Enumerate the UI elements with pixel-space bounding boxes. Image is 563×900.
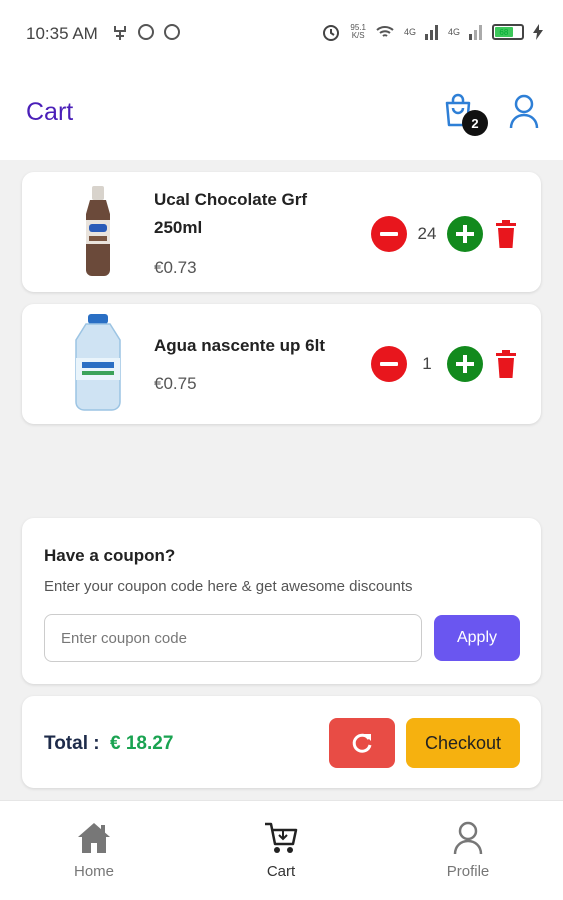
trash-icon: [496, 220, 516, 248]
refresh-cart-button[interactable]: [329, 718, 395, 768]
water-jug-icon: [75, 314, 121, 411]
checkout-button[interactable]: Checkout: [406, 718, 520, 768]
signal-bars-2-icon: [469, 25, 482, 40]
net-speed: 95.1 K/S: [350, 24, 366, 40]
increase-quantity-button[interactable]: [447, 346, 483, 382]
battery-icon: 68: [492, 24, 524, 40]
item-price: €0.73: [154, 258, 197, 277]
wifi-icon: [376, 26, 394, 37]
cart-item-card: Ucal Chocolate Grf 250ml €0.73 24: [22, 172, 541, 292]
net-speed-unit: K/S: [351, 31, 365, 40]
item-price: €0.75: [154, 374, 197, 393]
coupon-code-input[interactable]: [44, 614, 422, 662]
coupon-subtitle: Enter your coupon code here & get awesom…: [44, 578, 413, 595]
nav-home[interactable]: Home: [44, 821, 144, 880]
bottom-navigation: Home Cart Profile: [0, 800, 563, 900]
remove-item-button[interactable]: [494, 350, 518, 378]
plus-icon: [456, 355, 474, 373]
increase-quantity-button[interactable]: [447, 216, 483, 252]
status-bar: 10:35 AM 95.1 K/S 4G 4G 68: [0, 0, 563, 68]
nav-home-label: Home: [73, 863, 114, 880]
user-icon: [509, 94, 539, 129]
whatsapp-icon: [164, 24, 180, 40]
nav-cart-label: Cart: [266, 863, 296, 880]
battery-level: 68: [495, 27, 513, 37]
status-time: 10:35 AM: [26, 24, 98, 43]
nav-cart[interactable]: Cart: [231, 821, 331, 880]
system-icons: 95.1 K/S 4G 4G 68: [321, 22, 543, 42]
app-header: Cart 2: [0, 68, 563, 160]
cart-count-badge: 2: [462, 110, 488, 136]
charging-icon: [533, 24, 543, 40]
coupon-title: Have a coupon?: [44, 546, 176, 565]
minus-icon: [380, 232, 398, 236]
coupon-card: Have a coupon? Enter your coupon code he…: [22, 518, 541, 684]
decrease-quantity-button[interactable]: [371, 346, 407, 382]
home-icon: [78, 823, 110, 853]
remove-item-button[interactable]: [494, 220, 518, 248]
plus-icon: [456, 225, 474, 243]
profile-button[interactable]: [508, 94, 540, 130]
alarm-icon: [323, 25, 340, 41]
nav-profile[interactable]: Profile: [418, 821, 518, 880]
quantity-value: 1: [422, 354, 432, 373]
item-name: Agua nascente up 6lt: [154, 336, 325, 355]
signal-bars-1-icon: [424, 25, 438, 40]
shopping-cart-icon: [265, 822, 298, 853]
item-name: Ucal Chocolate Grf 250ml: [154, 190, 308, 237]
apply-coupon-button[interactable]: Apply: [434, 615, 520, 661]
signal-2-label: 4G: [447, 27, 460, 37]
chocolate-milk-bottle-icon: [86, 186, 110, 276]
page-title: Cart: [26, 98, 74, 126]
minus-icon: [380, 362, 398, 366]
nav-profile-label: Profile: [446, 863, 490, 880]
sync-icon: [138, 24, 154, 40]
total-card: Total : € 18.27 Checkout: [22, 696, 541, 788]
usb-debug-icon: [114, 26, 126, 40]
decrease-quantity-button[interactable]: [371, 216, 407, 252]
signal-1-label: 4G: [403, 27, 416, 37]
cart-item-card: Agua nascente up 6lt €0.75 1: [22, 304, 541, 424]
total-value: € 18.27: [110, 733, 174, 754]
refresh-icon: [352, 733, 372, 753]
cart-button[interactable]: 2: [442, 92, 488, 136]
total-label: Total :: [44, 733, 100, 754]
profile-icon: [453, 821, 483, 855]
trash-icon: [496, 350, 516, 378]
quantity-value: 24: [417, 224, 437, 243]
notification-icons: [112, 24, 180, 42]
